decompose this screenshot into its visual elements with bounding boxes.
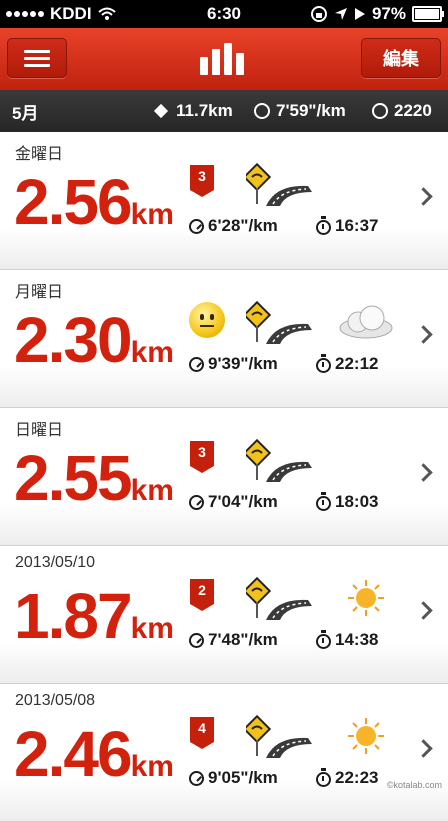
road-terrain-icon (246, 438, 312, 482)
pace-icon (189, 770, 204, 786)
run-date: 月曜日 (15, 284, 64, 301)
fuel-icon (372, 103, 388, 119)
run-distance: 2.56km (14, 166, 174, 238)
run-pace: 9'05"/km (189, 768, 278, 788)
run-date: 2013/05/08 (15, 692, 96, 709)
road-terrain-icon (246, 714, 312, 758)
total-distance: 11.7km (153, 101, 233, 121)
run-date: 日曜日 (15, 422, 64, 439)
run-date: 金曜日 (15, 146, 64, 163)
diamond-icon (153, 103, 169, 119)
run-duration: 14:38 (316, 630, 378, 650)
battery-icon (412, 6, 444, 22)
pace-icon (189, 494, 204, 510)
run-duration: 18:03 (316, 492, 378, 512)
run-list: 金曜日 2.56km 3 6'28"/km 16:37 月曜日 2.30km 9… (0, 132, 448, 822)
chevron-right-icon[interactable] (414, 325, 433, 344)
run-row[interactable]: 2013/05/08 2.46km 4 9'05"/km 22:23 (0, 684, 448, 822)
chevron-right-icon[interactable] (414, 601, 433, 620)
total-calories-value: 2220 (394, 101, 432, 120)
run-pace: 6'28"/km (189, 216, 278, 236)
badge-number: 3 (198, 444, 206, 460)
run-date: 2013/05/10 (15, 554, 96, 571)
stopwatch-icon (316, 216, 331, 235)
total-calories: 2220 (372, 101, 432, 121)
badge-number: 4 (198, 720, 206, 736)
neutral-face-icon (189, 302, 225, 338)
run-pace: 7'48"/km (189, 630, 278, 650)
month-summary-bar: 5月 11.7km 7'59"/km 2220 (0, 90, 448, 132)
play-icon (354, 8, 365, 20)
status-bar: KDDI 6:30 97% (0, 0, 448, 28)
watermark: ©kotalab.com (386, 780, 442, 790)
shield-badge-icon: 3 (189, 440, 215, 474)
hamburger-icon (24, 46, 50, 71)
month-label: 5月 (12, 103, 39, 123)
road-terrain-icon (246, 162, 312, 206)
chevron-right-icon[interactable] (414, 463, 433, 482)
stopwatch-icon (316, 354, 331, 373)
edit-button[interactable]: 編集 (361, 38, 441, 78)
average-pace-value: 7'59"/km (276, 101, 346, 120)
run-row[interactable]: 月曜日 2.30km 9'39"/km 22:12 (0, 270, 448, 408)
run-duration: 16:37 (316, 216, 378, 236)
run-distance: 2.30km (14, 304, 174, 376)
chevron-right-icon[interactable] (414, 739, 433, 758)
shield-badge-icon: 4 (189, 716, 215, 750)
total-distance-value: 11.7km (176, 101, 233, 120)
rotation-lock-icon (310, 6, 327, 22)
sun-icon (348, 718, 384, 754)
run-row[interactable]: 日曜日 2.55km 3 7'04"/km 18:03 (0, 408, 448, 546)
pace-icon (189, 218, 204, 234)
run-distance: 2.46km (14, 718, 174, 790)
bar-chart-icon[interactable] (200, 43, 248, 75)
shield-badge-icon: 3 (189, 164, 215, 198)
shield-badge-icon: 2 (189, 578, 215, 612)
badge-number: 3 (198, 168, 206, 184)
run-duration: 22:12 (316, 354, 378, 374)
badge-number: 2 (198, 582, 206, 598)
location-icon (334, 8, 347, 20)
stopwatch-icon (316, 492, 331, 511)
run-pace: 9'39"/km (189, 354, 278, 374)
run-distance: 2.55km (14, 442, 174, 514)
stopwatch-icon (316, 630, 331, 649)
pace-icon (189, 632, 204, 648)
road-terrain-icon (246, 576, 312, 620)
pace-gauge-icon (254, 103, 270, 119)
cloud-icon (339, 305, 393, 339)
stopwatch-icon (316, 768, 331, 787)
run-duration: 22:23 (316, 768, 378, 788)
nav-bar: 編集 (0, 28, 448, 91)
run-distance: 1.87km (14, 580, 174, 652)
menu-button[interactable] (7, 38, 67, 78)
run-pace: 7'04"/km (189, 492, 278, 512)
road-terrain-icon (246, 300, 312, 344)
battery-percent: 97% (371, 4, 406, 23)
chevron-right-icon[interactable] (414, 187, 433, 206)
average-pace: 7'59"/km (254, 101, 346, 121)
pace-icon (189, 356, 204, 372)
run-row[interactable]: 2013/05/10 1.87km 2 7'48"/km 14:38 (0, 546, 448, 684)
run-row[interactable]: 金曜日 2.56km 3 6'28"/km 16:37 (0, 132, 448, 270)
sun-icon (348, 580, 384, 616)
